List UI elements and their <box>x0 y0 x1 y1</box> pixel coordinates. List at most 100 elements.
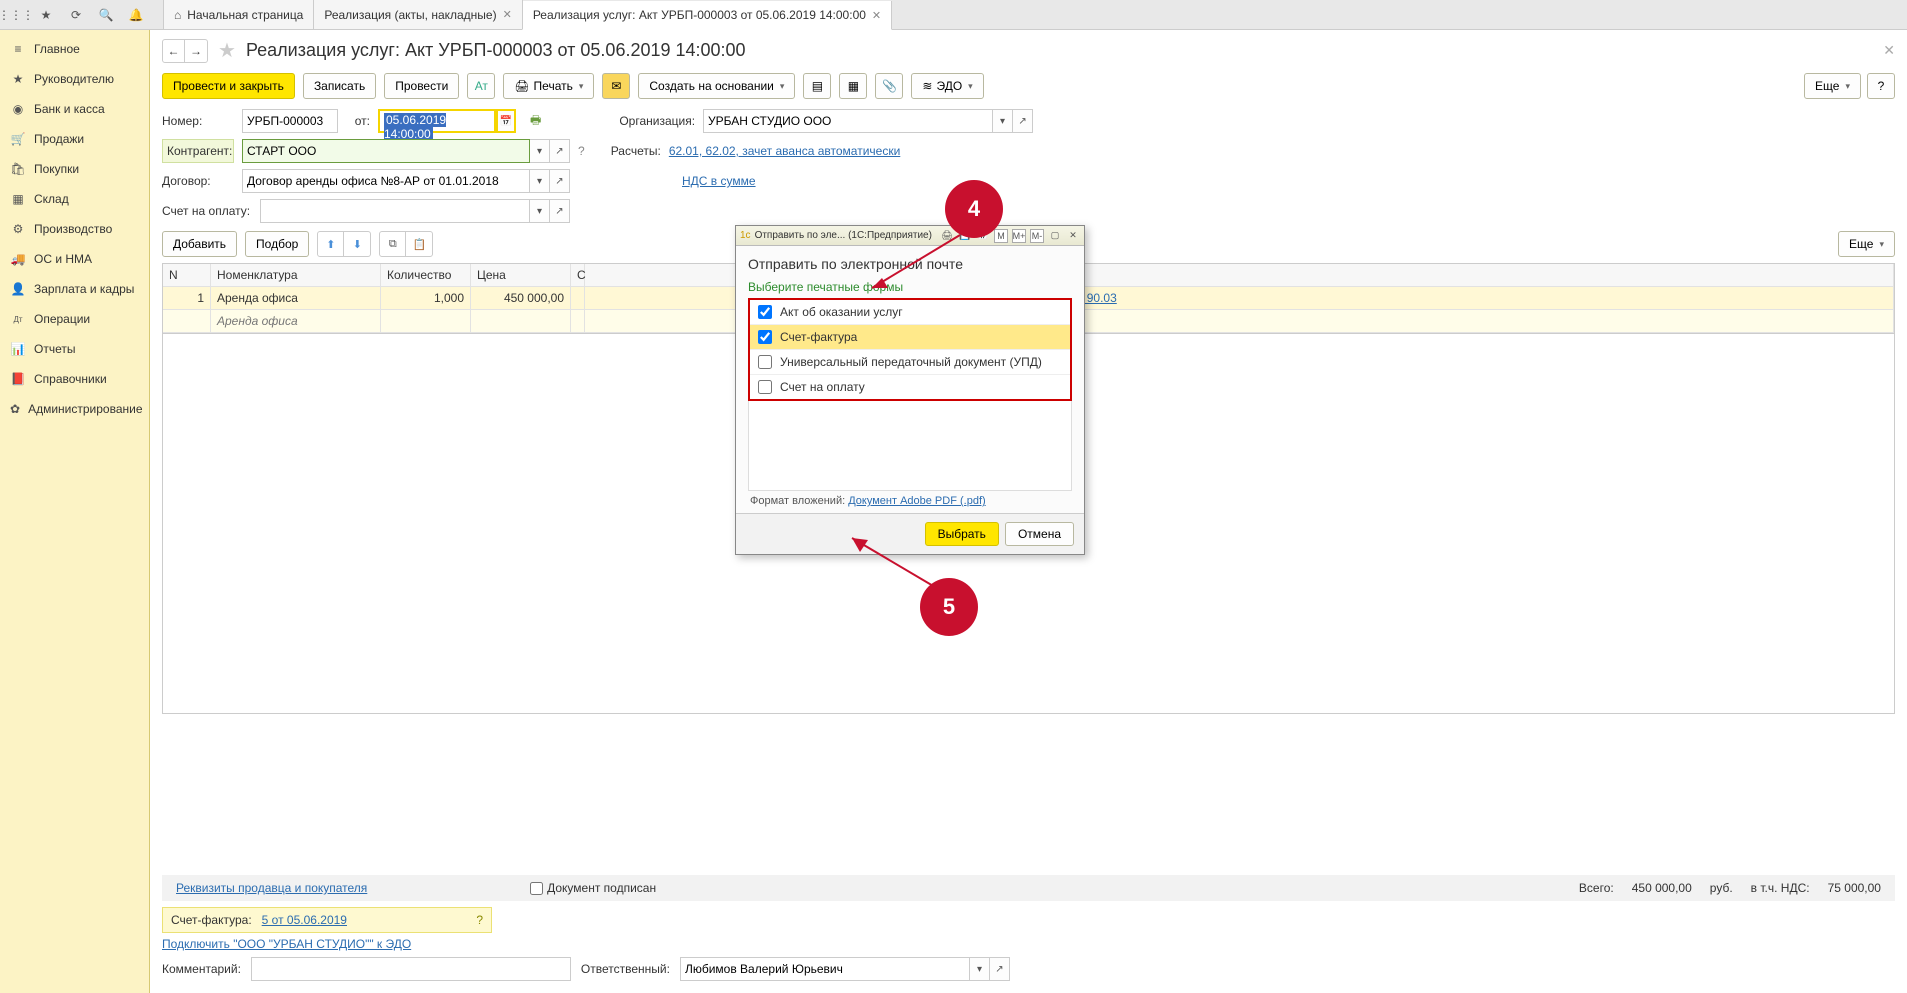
col-s[interactable]: С <box>571 264 585 287</box>
forward-button[interactable]: → <box>185 40 207 62</box>
move-down-button[interactable]: ⬇ <box>344 232 370 256</box>
mem-mminus[interactable]: M- <box>1030 229 1044 243</box>
dropdown-icon[interactable]: ▾ <box>530 199 550 223</box>
sidebar-item-manager[interactable]: ★Руководителю <box>0 64 149 94</box>
item-checkbox[interactable] <box>758 330 772 344</box>
contract-input[interactable] <box>242 169 530 193</box>
sidebar-item-operations[interactable]: ДтОперации <box>0 304 149 334</box>
sidebar-item-assets[interactable]: 🚚ОС и НМА <box>0 244 149 274</box>
nds-link[interactable]: НДС в сумме <box>682 174 756 188</box>
list-item[interactable]: Счет на оплату <box>750 375 1070 399</box>
history-icon[interactable]: ⟳ <box>68 7 84 23</box>
structure-button[interactable]: ▦ <box>839 73 867 99</box>
copy-button[interactable]: ⧉ <box>380 232 406 256</box>
edo-button[interactable]: ≋ЭДО <box>911 73 983 99</box>
open-icon[interactable]: ↗ <box>550 169 570 193</box>
connect-edo-link[interactable]: Подключить "ООО "УРБАН СТУДИО"" к ЭДО <box>162 937 411 951</box>
tab-close-icon[interactable]: ✕ <box>503 8 512 21</box>
dtkt-button[interactable]: Ат <box>467 73 495 99</box>
email-button[interactable]: ✉ <box>602 73 630 99</box>
open-icon[interactable]: ↗ <box>550 199 570 223</box>
tab-document[interactable]: Реализация услуг: Акт УРБП-000003 от 05.… <box>522 1 892 30</box>
sidebar-item-main[interactable]: ≡Главное <box>0 34 149 64</box>
search-icon[interactable]: 🔍 <box>98 7 114 23</box>
add-row-button[interactable]: Добавить <box>162 231 237 257</box>
apps-icon[interactable]: ⋮⋮⋮ <box>8 7 24 23</box>
open-icon[interactable]: ↗ <box>990 957 1010 981</box>
org-input[interactable] <box>703 109 993 133</box>
sidebar-item-bank[interactable]: ◉Банк и касса <box>0 94 149 124</box>
print-button[interactable]: 🖨Печать <box>503 73 594 99</box>
sidebar-item-sales[interactable]: 🛒Продажи <box>0 124 149 154</box>
more-button[interactable]: Еще <box>1804 73 1861 99</box>
counterparty-input[interactable] <box>242 139 530 163</box>
col-n[interactable]: N <box>163 264 211 287</box>
settle-link[interactable]: 62.01, 62.02, зачет аванса автоматически <box>669 144 900 158</box>
grid-more-button[interactable]: Еще <box>1838 231 1895 257</box>
close-dialog-icon[interactable]: ✕ <box>1066 229 1080 243</box>
calendar-button[interactable]: 📅 <box>496 109 516 133</box>
tab-close-icon[interactable]: ✕ <box>872 9 881 22</box>
mem-mplus[interactable]: M+ <box>1012 229 1026 243</box>
item-checkbox[interactable] <box>758 380 772 394</box>
pick-button[interactable]: Подбор <box>245 231 309 257</box>
star-icon[interactable]: ★ <box>38 7 54 23</box>
col-qty[interactable]: Количество <box>381 264 471 287</box>
write-button[interactable]: Записать <box>303 73 376 99</box>
number-input[interactable] <box>242 109 338 133</box>
item-checkbox[interactable] <box>758 305 772 319</box>
post-and-close-button[interactable]: Провести и закрыть <box>162 73 295 99</box>
create-based-button[interactable]: Создать на основании <box>638 73 795 99</box>
dropdown-icon[interactable]: ▾ <box>970 957 990 981</box>
sidebar-item-hr[interactable]: 👤Зарплата и кадры <box>0 274 149 304</box>
bell-icon[interactable]: 🔔 <box>128 7 144 23</box>
sidebar-item-purchases[interactable]: 🛍Покупки <box>0 154 149 184</box>
mem-m[interactable]: M <box>994 229 1008 243</box>
item-checkbox[interactable] <box>758 355 772 369</box>
attach-button[interactable]: 📎 <box>875 73 903 99</box>
col-price[interactable]: Цена <box>471 264 571 287</box>
print-icon[interactable]: 🖶 <box>530 111 541 132</box>
requisites-link[interactable]: Реквизиты продавца и покупателя <box>176 881 367 895</box>
help-small-icon[interactable]: ? <box>578 144 585 158</box>
format-link[interactable]: Документ Adobe PDF (.pdf) <box>848 495 985 507</box>
sf-help-icon[interactable]: ? <box>476 913 483 927</box>
paste-button[interactable]: 📋 <box>406 232 432 256</box>
responsible-input[interactable] <box>680 957 970 981</box>
list-item[interactable]: Акт об оказании услуг <box>750 300 1070 325</box>
comment-input[interactable] <box>251 957 571 981</box>
dropdown-icon[interactable]: ▾ <box>530 169 550 193</box>
doc-signed-checkbox[interactable] <box>530 882 543 895</box>
post-button[interactable]: Провести <box>384 73 459 99</box>
help-button[interactable]: ? <box>1867 73 1895 99</box>
maximize-icon[interactable]: ▢ <box>1048 229 1062 243</box>
sidebar-label: Главное <box>34 42 80 56</box>
list-scroll-area[interactable] <box>748 401 1072 491</box>
open-icon[interactable]: ↗ <box>550 139 570 163</box>
sidebar-label: Склад <box>34 192 69 206</box>
back-button[interactable]: ← <box>163 40 185 62</box>
sidebar-item-production[interactable]: ⚙Производство <box>0 214 149 244</box>
tab-sales[interactable]: Реализация (акты, накладные) ✕ <box>313 0 522 29</box>
col-nomen[interactable]: Номенклатура <box>211 264 381 287</box>
list-item[interactable]: Счет-фактура <box>750 325 1070 350</box>
sidebar-item-warehouse[interactable]: ▦Склад <box>0 184 149 214</box>
close-page-icon[interactable]: ✕ <box>1883 42 1895 59</box>
sidebar-item-reports[interactable]: 📊Отчеты <box>0 334 149 364</box>
sf-link[interactable]: 5 от 05.06.2019 <box>262 913 347 927</box>
favorite-star-icon[interactable]: ★ <box>218 38 236 63</box>
move-up-button[interactable]: ⬆ <box>318 232 344 256</box>
invoice-input[interactable] <box>260 199 530 223</box>
date-input[interactable]: 05.06.2019 14:00:00 <box>378 109 496 133</box>
list-item[interactable]: Универсальный передаточный документ (УПД… <box>750 350 1070 375</box>
open-icon[interactable]: ↗ <box>1013 109 1033 133</box>
tab-home[interactable]: ⌂ Начальная страница <box>163 0 314 29</box>
sidebar-item-admin[interactable]: ✿Администрирование <box>0 394 149 424</box>
dropdown-icon[interactable]: ▾ <box>530 139 550 163</box>
list-button[interactable]: ▤ <box>803 73 831 99</box>
item-label: Акт об оказании услуг <box>780 305 903 319</box>
sidebar-item-catalogs[interactable]: 📕Справочники <box>0 364 149 394</box>
cancel-button[interactable]: Отмена <box>1005 522 1074 546</box>
dropdown-icon[interactable]: ▾ <box>993 109 1013 133</box>
book-icon: 📕 <box>10 371 26 387</box>
